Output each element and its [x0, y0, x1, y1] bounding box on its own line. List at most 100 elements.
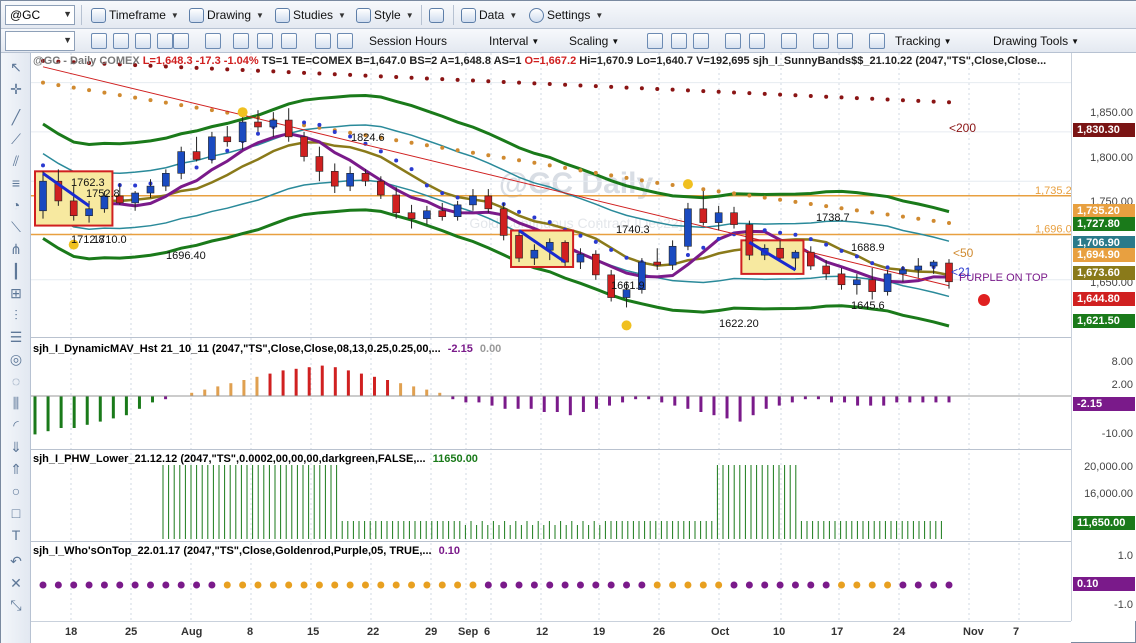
blue-ma-dot	[317, 122, 322, 127]
whos-on-top-dot	[100, 581, 108, 589]
scaling-button[interactable]: Scaling ▼	[569, 31, 619, 51]
spiral-icon[interactable]: ◎	[8, 351, 24, 367]
grid-tool-icon[interactable]	[135, 33, 151, 49]
zoom-out-icon[interactable]	[837, 33, 853, 49]
ellipse-tool-icon[interactable]: ◌	[8, 373, 24, 389]
whos-on-top-dot	[146, 581, 154, 589]
ma200-dot	[440, 77, 445, 82]
fib-icon[interactable]: ≡	[8, 175, 24, 191]
zoom-tool-icon[interactable]	[173, 33, 189, 49]
whos-on-top-dot	[239, 581, 247, 589]
candle-body	[269, 119, 278, 128]
circle-icon[interactable]: ○	[8, 483, 24, 499]
text-tool-icon[interactable]: T	[8, 527, 24, 543]
hand-tool-icon[interactable]	[113, 33, 129, 49]
vertical-line-icon[interactable]: ┃	[8, 263, 24, 279]
pct-change: -1.04%	[223, 55, 259, 67]
arc-icon[interactable]: ◜	[8, 417, 24, 433]
trend-icon[interactable]	[281, 33, 297, 49]
whos-on-top-dot	[715, 581, 723, 589]
interval-button[interactable]: Interval ▼	[489, 31, 539, 51]
whos-on-top-dot	[576, 581, 584, 589]
trendline-icon[interactable]: ╱	[8, 109, 24, 125]
chart-line-icon[interactable]	[257, 33, 273, 49]
ma50-dot	[102, 90, 107, 95]
red-bars-icon[interactable]	[781, 33, 797, 49]
candle-body	[484, 195, 493, 210]
time-axis[interactable]: 18 25 Aug 8 15 22 29 Sep 6 12 19 26 Oct 10 17 24 Nov 7	[31, 621, 1071, 643]
arrow-up-icon[interactable]: ⇑	[8, 461, 24, 477]
whos-on-top-dot	[269, 581, 277, 589]
candle-body	[453, 204, 462, 217]
crosshair-icon[interactable]: ✛	[8, 81, 24, 97]
arrow-down-icon[interactable]: ⇓	[8, 439, 24, 455]
blue-ma-dot	[762, 228, 767, 233]
ma200-dot	[808, 93, 813, 98]
timeframe-button[interactable]: Timeframe ▼	[91, 5, 179, 25]
session-hours-button[interactable]: Session Hours	[369, 31, 447, 51]
studies-button[interactable]: Studies ▼	[275, 5, 346, 25]
ma200-dot	[286, 70, 291, 75]
wave-icon[interactable]	[233, 33, 249, 49]
whos-on-top-dot	[223, 581, 231, 589]
tracking-button[interactable]: Tracking ▼	[895, 31, 952, 51]
layout-button[interactable]	[429, 5, 444, 25]
pane3-badge: 11,650.00	[1073, 516, 1135, 530]
pitchfork-icon[interactable]: ⋔	[8, 241, 24, 257]
cursor-tool-icon[interactable]	[91, 33, 107, 49]
hierarchy-icon[interactable]	[315, 33, 331, 49]
ma200-dot	[209, 66, 214, 71]
blue-ma-dot	[547, 220, 552, 225]
zoom-in-icon[interactable]	[813, 33, 829, 49]
chevron-down-icon[interactable]: ▼	[63, 35, 72, 45]
blue-ma-dot	[302, 120, 307, 125]
blue-ma-dot	[778, 230, 783, 235]
pane-divider[interactable]	[31, 337, 1136, 338]
price-scale[interactable]: 1,850.00 1,800.00 1,750.00 1,650.00 8.00…	[1071, 53, 1136, 621]
table-icon[interactable]	[869, 33, 885, 49]
clock-icon[interactable]	[205, 33, 221, 49]
settings-button[interactable]: Settings ▼	[529, 5, 603, 25]
candle-body	[791, 251, 800, 259]
erase-icon[interactable]: ↶	[8, 553, 24, 569]
pointer-icon[interactable]: ↖	[8, 59, 24, 75]
candle2-chart-icon[interactable]	[693, 33, 709, 49]
drawing-button[interactable]: Drawing ▼	[189, 5, 264, 25]
pane2-value: -2.15	[447, 343, 473, 355]
clear-icon[interactable]: ✕	[8, 575, 24, 591]
whos-on-top-dot	[116, 581, 124, 589]
ray-icon[interactable]: ⟋	[8, 131, 24, 147]
grid2-tool-icon[interactable]	[157, 33, 173, 49]
symbol-dropdown-icon[interactable]: ▼	[63, 9, 72, 19]
pane-divider[interactable]	[31, 449, 1136, 450]
drawing-tools-button[interactable]: Drawing Tools ▼	[993, 31, 1079, 51]
bars-icon[interactable]	[725, 33, 741, 49]
interval-input[interactable]: ▼	[5, 31, 75, 51]
pane-divider[interactable]	[31, 541, 1136, 542]
speed-icon[interactable]: ◔	[8, 197, 24, 213]
x-tick-label: 10	[773, 626, 786, 638]
symbol-input[interactable]: @GC ▼	[5, 5, 75, 25]
bars2-icon[interactable]	[749, 33, 765, 49]
whos-on-top-dot	[607, 581, 615, 589]
ma200-dot	[332, 72, 337, 77]
data-button[interactable]: Data ▼	[461, 5, 517, 25]
pane2-value2: 0.00	[479, 343, 502, 355]
candle-chart-icon[interactable]	[671, 33, 687, 49]
regression-icon[interactable]: ⊞	[8, 285, 24, 301]
style-button[interactable]: Style ▼	[356, 5, 414, 25]
cycle-icon[interactable]: ⫶	[8, 307, 24, 323]
levels-icon[interactable]: ☰	[8, 329, 24, 345]
resize-icon[interactable]: ⤡	[8, 597, 24, 613]
flow-icon[interactable]	[337, 33, 353, 49]
rectangle-icon[interactable]: □	[8, 505, 24, 521]
interval-label: Interval	[489, 34, 529, 48]
gann-icon[interactable]: ⟍	[8, 219, 24, 235]
net-change: -17.3	[195, 55, 221, 67]
bars-tool-icon[interactable]: ⫼	[8, 395, 24, 411]
channel-icon[interactable]: ⫽	[8, 153, 24, 169]
blue-ma-dot	[578, 233, 583, 238]
swing-marker	[237, 107, 248, 118]
whos-on-top-dot	[623, 581, 631, 589]
bar-chart-icon[interactable]	[647, 33, 663, 49]
